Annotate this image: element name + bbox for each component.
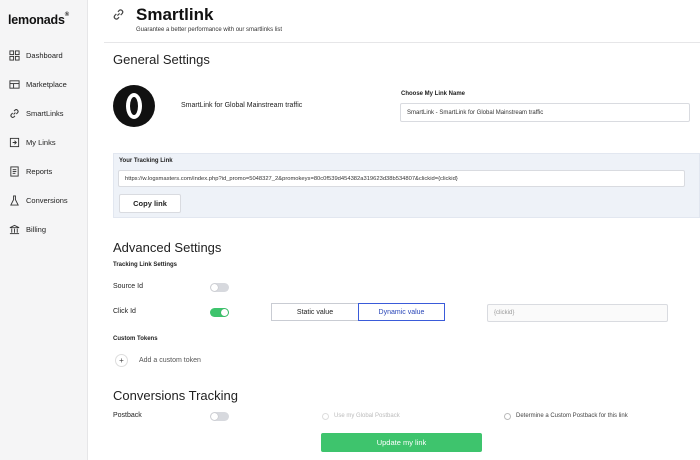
tracking-link-settings-label: Tracking Link Settings	[113, 262, 178, 268]
marketplace-icon	[8, 78, 20, 90]
logo-text: lemonads	[8, 13, 65, 27]
sidebar-item-reports[interactable]: Reports	[8, 162, 52, 180]
sidebar-item-smartlinks[interactable]: SmartLinks	[8, 104, 64, 122]
sidebar: lemonads® Dashboard Marketplace SmartLin…	[0, 0, 88, 460]
copy-link-button[interactable]: Copy link	[119, 194, 181, 213]
link-name-label: Choose My Link Name	[401, 91, 466, 97]
add-token-button[interactable]: +	[115, 354, 128, 367]
plus-icon: +	[119, 356, 124, 365]
sidebar-item-label: Conversions	[26, 195, 68, 205]
source-id-toggle[interactable]	[210, 283, 229, 292]
link-name-input[interactable]: SmartLink - SmartLink for Global Mainstr…	[400, 103, 690, 122]
dashboard-icon	[8, 49, 20, 61]
header-divider	[104, 42, 700, 43]
general-settings-title: General Settings	[113, 52, 210, 67]
link-icon	[113, 9, 124, 20]
sidebar-item-label: Reports	[26, 166, 53, 176]
sidebar-item-billing[interactable]: Billing	[8, 220, 46, 238]
custom-postback-label: Determine a Custom Postback for this lin…	[516, 413, 628, 419]
add-token-label[interactable]: Add a custom token	[139, 357, 201, 364]
tracking-link-field[interactable]: https://w.logsmasters.com/index.php?id_p…	[118, 170, 685, 187]
billing-icon	[8, 223, 20, 235]
logo-mark: ®	[64, 12, 69, 18]
sidebar-item-marketplace[interactable]: Marketplace	[8, 75, 67, 93]
reports-icon	[8, 165, 20, 177]
links-icon	[8, 136, 20, 148]
dynamic-value-button[interactable]: Dynamic value	[358, 303, 445, 321]
global-postback-label: Use my Global Postback	[334, 413, 400, 419]
postback-label: Postback	[113, 412, 142, 419]
offer-logo	[113, 85, 155, 127]
click-id-value-input[interactable]: {clickid}	[487, 304, 668, 322]
sidebar-item-dashboard[interactable]: Dashboard	[8, 46, 63, 64]
page-title: Smartlink	[136, 5, 214, 24]
custom-postback-radio[interactable]	[504, 413, 511, 420]
page-subtitle: Guarantee a better performance with our …	[136, 27, 283, 33]
global-postback-radio[interactable]	[322, 413, 329, 420]
update-link-button[interactable]: Update my link	[321, 433, 482, 452]
offer-name: SmartLink for Global Mainstream traffic	[181, 102, 303, 109]
sidebar-item-label: Marketplace	[26, 79, 67, 89]
conversions-icon	[8, 194, 20, 206]
postback-toggle[interactable]	[210, 412, 229, 421]
conversions-tracking-title: Conversions Tracking	[113, 388, 238, 403]
tracking-link-label: Your Tracking Link	[119, 158, 173, 164]
source-id-label: Source Id	[113, 283, 143, 290]
logo[interactable]: lemonads®	[8, 12, 69, 27]
sidebar-item-label: My Links	[26, 137, 56, 147]
static-value-button[interactable]: Static value	[271, 303, 359, 321]
sidebar-item-label: Billing	[26, 224, 47, 234]
sidebar-item-label: SmartLinks	[26, 108, 64, 118]
sidebar-item-label: Dashboard	[26, 50, 63, 60]
click-id-label: Click Id	[113, 308, 136, 315]
sidebar-item-conversions[interactable]: Conversions	[8, 191, 68, 209]
custom-tokens-label: Custom Tokens	[113, 336, 158, 342]
sidebar-item-my-links[interactable]: My Links	[8, 133, 56, 151]
click-id-toggle[interactable]	[210, 308, 229, 317]
link-icon	[8, 107, 20, 119]
advanced-settings-title: Advanced Settings	[113, 240, 222, 255]
